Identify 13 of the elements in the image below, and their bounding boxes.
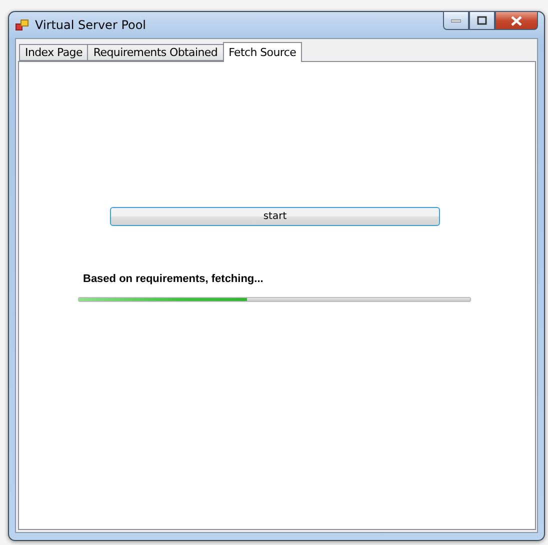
- window-title: Virtual Server Pool: [35, 18, 148, 32]
- tab[interactable]: Requirements Obtained: [87, 44, 224, 61]
- app-icon: [15, 18, 29, 32]
- close-button[interactable]: [495, 11, 538, 30]
- start-button[interactable]: start: [110, 207, 440, 226]
- maximize-icon: [477, 16, 487, 25]
- status-text: Based on requirements, fetching...: [83, 273, 264, 285]
- tab[interactable]: Index Page: [19, 44, 88, 61]
- close-icon: [511, 16, 522, 26]
- minimize-button[interactable]: [443, 11, 469, 30]
- maximize-button[interactable]: [469, 11, 495, 30]
- minimize-icon: [451, 18, 461, 22]
- tab[interactable]: Fetch Source: [222, 42, 302, 62]
